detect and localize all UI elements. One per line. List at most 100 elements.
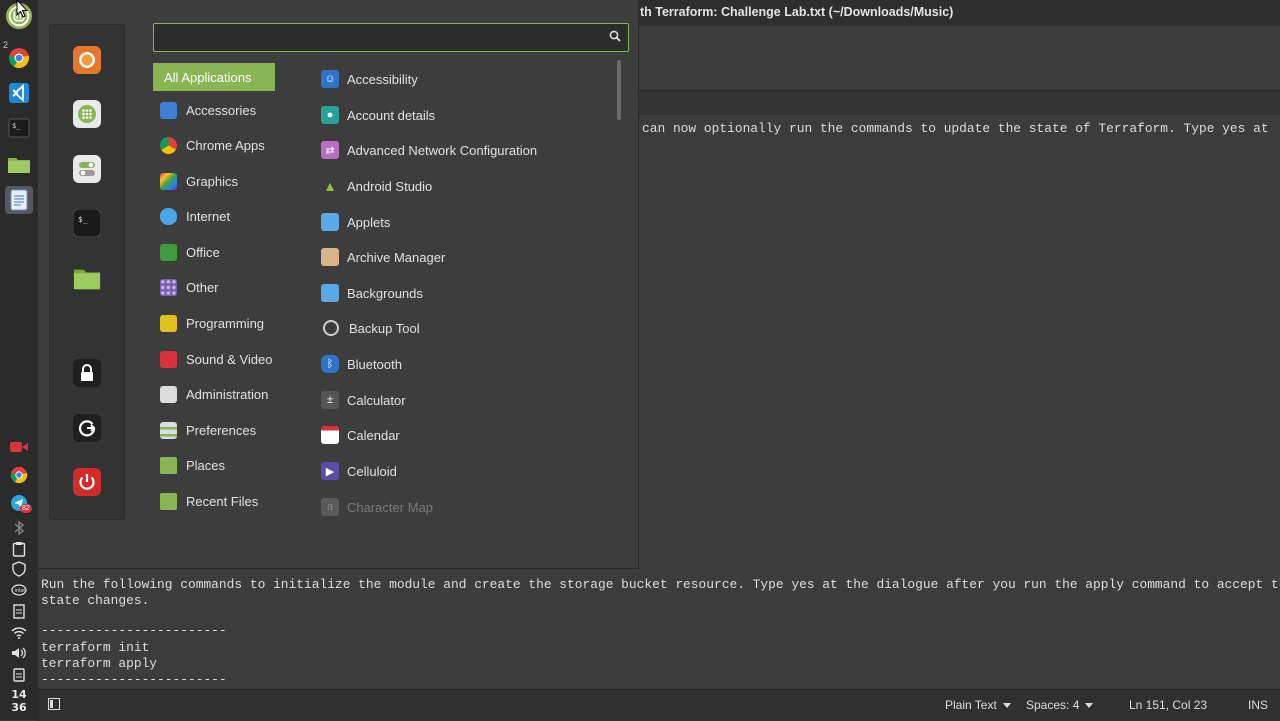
category-label: Programming [186, 315, 265, 331]
favorites-sidebar: $_ [49, 24, 125, 520]
category-label: All Applications [164, 69, 252, 85]
sidebar-toggle-icon[interactable] [48, 698, 60, 713]
panel-clock[interactable]: 14 36 [4, 688, 34, 714]
folder-icon [8, 158, 30, 173]
terminal-launcher[interactable]: $_ [5, 114, 33, 142]
app-backup-tool[interactable]: Backup Tool [321, 314, 420, 342]
network-icon: ⇄ [321, 141, 339, 159]
calendar-icon [321, 426, 339, 444]
backup-icon [323, 320, 339, 336]
account-icon: ● [321, 106, 339, 124]
app-character-map[interactable]: a Character Map [321, 493, 433, 521]
sticky-note-tray-icon[interactable] [9, 602, 29, 620]
app-account-details[interactable]: ● Account details [321, 101, 435, 129]
cursor-position[interactable]: Ln 151, Col 23 [1129, 698, 1207, 712]
search-icon[interactable] [609, 30, 621, 42]
app-calculator[interactable]: ± Calculator [321, 386, 406, 414]
fav-firefox[interactable] [73, 46, 101, 74]
apps-scrollbar[interactable] [617, 60, 621, 120]
category-internet[interactable]: Internet [153, 202, 230, 230]
category-preferences[interactable]: Preferences [153, 416, 256, 444]
editor-line: terraform apply [41, 656, 158, 671]
celluloid-icon: ▶ [321, 462, 339, 480]
screen-recorder-icon[interactable] [9, 438, 29, 456]
app-android-studio[interactable]: ▲ Android Studio [321, 172, 432, 200]
app-accessibility[interactable]: ☺ Accessibility [321, 65, 418, 93]
clipboard-tray-icon[interactable] [9, 540, 29, 558]
category-office[interactable]: Office [153, 238, 220, 266]
spaces-selector[interactable]: Spaces: 4 [1026, 698, 1094, 712]
shutdown-button[interactable] [73, 468, 101, 496]
app-label: Accessibility [347, 71, 418, 87]
application-menu: $_ All Applications Accessories Chrome A… [38, 0, 639, 569]
category-recent-files[interactable]: Recent Files [153, 487, 258, 515]
wifi-tray-icon[interactable] [9, 624, 29, 642]
accessories-icon [160, 101, 177, 119]
lock-icon [81, 364, 93, 381]
logout-button[interactable] [73, 414, 101, 442]
clipboard-manager-tray-icon[interactable] [9, 665, 29, 683]
app-label: Android Studio [347, 178, 433, 194]
category-chrome-apps[interactable]: Chrome Apps [153, 131, 265, 159]
app-calendar[interactable]: Calendar [321, 421, 400, 449]
firefox-icon [73, 46, 101, 74]
app-label: Bluetooth [347, 356, 402, 372]
category-accessories[interactable]: Accessories [153, 96, 256, 124]
power-icon [73, 468, 101, 496]
fav-files[interactable] [73, 264, 101, 292]
fav-system-settings[interactable] [73, 155, 101, 183]
text-editor-task[interactable] [5, 186, 33, 214]
window-title: th Terraform: Challenge Lab.txt (~/Downl… [640, 5, 954, 19]
category-places[interactable]: Places [153, 451, 225, 479]
fav-terminal[interactable]: $_ [73, 209, 101, 237]
app-backgrounds[interactable]: Backgrounds [321, 279, 423, 307]
category-administration[interactable]: Administration [153, 380, 268, 408]
chrome-tray-icon[interactable] [9, 466, 29, 484]
category-label: Places [186, 457, 226, 473]
chrome-launcher[interactable] [5, 44, 33, 72]
backgrounds-icon [321, 284, 339, 302]
search-box[interactable] [153, 23, 629, 52]
vscode-icon [9, 83, 29, 103]
terminal-icon: $_ [73, 209, 101, 237]
telegram-tray-icon[interactable]: 82 [9, 494, 32, 513]
app-label: Celluloid [347, 463, 397, 479]
app-applets[interactable]: Applets [321, 208, 390, 236]
programming-icon [160, 314, 177, 332]
search-input[interactable] [162, 28, 606, 48]
volume-tray-icon[interactable] [9, 644, 29, 662]
calculator-icon: ± [321, 391, 339, 409]
category-all-applications[interactable]: All Applications [153, 63, 275, 91]
category-programming[interactable]: Programming [153, 309, 264, 337]
files-launcher[interactable] [5, 150, 33, 178]
category-label: Office [186, 244, 220, 260]
intel-tray-icon[interactable]: intel [9, 581, 29, 599]
vscode-launcher[interactable] [5, 79, 33, 107]
bluetooth-tray-icon[interactable] [9, 519, 29, 537]
chrome-icon [9, 48, 29, 68]
app-celluloid[interactable]: ▶ Celluloid [321, 457, 397, 485]
language-selector[interactable]: Plain Text [945, 698, 1011, 712]
character-map-icon: a [321, 498, 339, 516]
app-bluetooth[interactable]: ᛒ Bluetooth [321, 350, 402, 378]
software-manager-icon [73, 100, 101, 128]
lock-screen-button[interactable] [73, 359, 101, 387]
category-label: Other [186, 279, 219, 295]
editor-line: state changes. [41, 593, 150, 608]
bluetooth-icon: ᛒ [321, 355, 339, 373]
category-sound-video[interactable]: Sound & Video [153, 345, 273, 373]
editor-line: ------------------------ [41, 672, 227, 687]
app-advanced-network-configuration[interactable]: ⇄ Advanced Network Configuration [321, 136, 537, 164]
shield-tray-icon[interactable] [9, 560, 29, 578]
terminal-icon: $_ [8, 118, 30, 138]
fav-software-manager[interactable] [73, 100, 101, 128]
category-graphics[interactable]: Graphics [153, 167, 238, 195]
category-label: Accessories [186, 102, 257, 118]
category-other[interactable]: Other [153, 273, 219, 301]
app-archive-manager[interactable]: Archive Manager [321, 243, 445, 271]
svg-text:$_: $_ [78, 215, 88, 224]
folder-icon [73, 269, 101, 290]
language-label: Plain Text [945, 698, 997, 712]
graphics-icon [160, 172, 177, 190]
svg-text:$_: $_ [12, 122, 21, 130]
